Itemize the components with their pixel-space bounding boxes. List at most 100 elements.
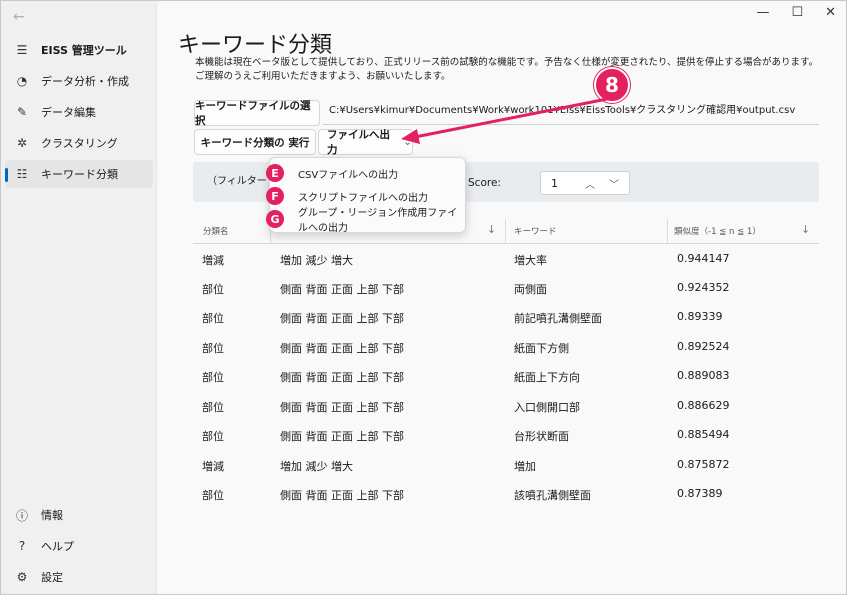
cell-keyword: 前記噴孔溝側壁面 [514, 312, 602, 325]
filter-label: （フィルター [207, 176, 267, 187]
pencil-icon: ✎ [16, 105, 28, 119]
table-row[interactable]: 増減 増加 減少 増大 増大率 0.944147 [193, 244, 819, 273]
sidebar-item-keyword-classification[interactable]: ☷ キーワード分類 [5, 160, 153, 188]
cell-category: 部位 [202, 283, 224, 296]
sidebar-item-label: 設定 [41, 571, 63, 584]
maximize-button[interactable]: ☐ [791, 5, 803, 20]
menu-item-label: スクリプトファイルへの出力 [298, 192, 428, 204]
export-button-label: ファイルへ出力 [327, 129, 390, 156]
hamburger-icon: ☰ [16, 43, 28, 57]
sort-down-icon[interactable]: ↓ [801, 223, 810, 236]
cell-keyword: 増加 [514, 460, 536, 473]
table-row[interactable]: 部位 側面 背面 正面 上部 下部 台形状断面 0.885494 [193, 420, 819, 449]
cell-terms: 側面 背面 正面 上部 下部 [280, 401, 404, 414]
table-row[interactable]: 部位 側面 背面 正面 上部 下部 該噴孔溝側壁面 0.87389 [193, 479, 819, 508]
cell-keyword: 入口側開口部 [514, 401, 580, 414]
sidebar-item-label: 情報 [41, 509, 63, 522]
sidebar-item-data-analysis[interactable]: ◔ データ分析・作成 [5, 67, 153, 95]
cell-keyword: 増大率 [514, 254, 547, 267]
back-arrow-icon[interactable]: ← [13, 9, 25, 25]
cell-similarity: 0.889083 [677, 369, 730, 382]
sidebar: ← ☰ EISS 管理ツール ◔ データ分析・作成 ✎ データ編集 ✲ クラスタ… [1, 1, 156, 594]
cell-similarity: 0.89339 [677, 310, 723, 323]
cell-terms: 側面 背面 正面 上部 下部 [280, 312, 404, 325]
menu-toggle[interactable]: ☰ EISS 管理ツール [5, 36, 153, 64]
cell-keyword: 紙面下方側 [514, 342, 569, 355]
cell-terms: 側面 背面 正面 上部 下部 [280, 283, 404, 296]
cell-category: 部位 [202, 489, 224, 502]
step-badge-e: E [266, 164, 284, 182]
sort-down-icon[interactable]: ↓ [487, 223, 496, 236]
score-input[interactable]: 1 ︿ ﹀ [540, 171, 630, 195]
chevron-down-icon[interactable]: ﹀ [609, 176, 619, 191]
cell-terms: 側面 背面 正面 上部 下部 [280, 430, 404, 443]
select-keyword-file-button[interactable]: キーワードファイルの選択 [194, 100, 320, 127]
gear-icon: ⚙ [16, 570, 28, 584]
score-value: 1 [551, 176, 558, 190]
cell-similarity: 0.875872 [677, 458, 730, 471]
cell-similarity: 0.892524 [677, 340, 730, 353]
table-row[interactable]: 部位 側面 背面 正面 上部 下部 紙面下方側 0.892524 [193, 332, 819, 361]
sidebar-item-clustering[interactable]: ✲ クラスタリング [5, 129, 153, 157]
cell-category: 部位 [202, 312, 224, 325]
minimize-button[interactable]: — [756, 5, 769, 20]
cell-similarity: 0.944147 [677, 252, 730, 265]
cell-category: 増減 [202, 254, 224, 267]
app-window: ← ☰ EISS 管理ツール ◔ データ分析・作成 ✎ データ編集 ✲ クラスタ… [0, 0, 847, 595]
annotation-arrow [401, 97, 608, 144]
step-badge-f: F [266, 187, 284, 205]
sidebar-item-info[interactable]: ⓘ 情報 [5, 501, 153, 529]
sidebar-item-label: データ編集 [41, 106, 96, 119]
cell-keyword: 両側面 [514, 283, 547, 296]
column-header-category[interactable]: 分類名 [203, 219, 273, 243]
list-icon: ☷ [16, 167, 28, 181]
window-controls: — ☐ ✕ [756, 5, 836, 20]
beta-notice: 本機能は現在ベータ版として提供しており、正式リリース前の試験的な機能です。予告な… [195, 56, 835, 84]
info-icon: ⓘ [15, 508, 28, 523]
cluster-icon: ✲ [16, 136, 28, 150]
app-title: EISS 管理ツール [41, 44, 127, 57]
table-row[interactable]: 部位 側面 背面 正面 上部 下部 入口側開口部 0.886629 [193, 391, 819, 420]
close-button[interactable]: ✕ [825, 5, 836, 20]
export-dropdown-menu: E CSVファイルへの出力 F スクリプトファイルへの出力 G グループ・リージ… [266, 157, 466, 234]
sidebar-item-help[interactable]: ? ヘルプ [5, 532, 153, 560]
sidebar-item-data-edit[interactable]: ✎ データ編集 [5, 98, 153, 126]
cell-terms: 増加 減少 増大 [280, 254, 353, 267]
sidebar-item-label: キーワード分類 [41, 168, 118, 181]
menu-item-export-group-region[interactable]: G グループ・リージョン作成用ファイルへの出力 [266, 208, 463, 234]
cell-similarity: 0.924352 [677, 281, 730, 294]
menu-item-export-csv[interactable]: E CSVファイルへの出力 [266, 162, 463, 184]
menu-item-label: グループ・リージョン作成用ファイルへの出力 [298, 208, 458, 234]
sidebar-item-label: クラスタリング [41, 137, 118, 150]
menu-item-label: CSVファイルへの出力 [298, 169, 399, 181]
cell-category: 部位 [202, 342, 224, 355]
chart-icon: ◔ [16, 74, 28, 88]
page-title: キーワード分類 [178, 33, 333, 58]
cell-terms: 増加 減少 増大 [280, 460, 353, 473]
sidebar-item-settings[interactable]: ⚙ 設定 [5, 563, 153, 591]
cell-category: 増減 [202, 460, 224, 473]
table-row[interactable]: 増減 増加 減少 増大 増加 0.875872 [193, 450, 819, 479]
table-row[interactable]: 部位 側面 背面 正面 上部 下部 前記噴孔溝側壁面 0.89339 [193, 302, 819, 331]
cell-keyword: 台形状断面 [514, 430, 569, 443]
beta-notice-line2: ご理解のうえご利用いただきますよう、お願いいたします。 [195, 71, 451, 82]
sidebar-item-label: ヘルプ [41, 540, 74, 553]
cell-category: 部位 [202, 371, 224, 384]
table-row[interactable]: 部位 側面 背面 正面 上部 下部 両側面 0.924352 [193, 273, 819, 302]
step-badge-g: G [266, 210, 284, 228]
column-header-keyword[interactable]: キーワード [514, 219, 664, 243]
cell-terms: 側面 背面 正面 上部 下部 [280, 342, 404, 355]
run-keyword-classification-button[interactable]: キーワード分類の 実行 [194, 129, 316, 155]
score-label: Score: [468, 177, 501, 189]
beta-notice-line1: 本機能は現在ベータ版として提供しており、正式リリース前の試験的な機能です。予告な… [195, 57, 819, 68]
cell-terms: 側面 背面 正面 上部 下部 [280, 371, 404, 384]
cell-similarity: 0.87389 [677, 487, 723, 500]
cell-similarity: 0.886629 [677, 399, 730, 412]
cell-similarity: 0.885494 [677, 428, 730, 441]
column-header-similarity[interactable]: 類似度（-1 ≦ n ≦ 1） [674, 219, 804, 243]
cell-keyword: 紙面上下方向 [514, 371, 580, 384]
column-divider [505, 219, 506, 243]
table-row[interactable]: 部位 側面 背面 正面 上部 下部 紙面上下方向 0.889083 [193, 361, 819, 390]
chevron-up-icon[interactable]: ︿ [585, 176, 595, 191]
main-content: — ☐ ✕ キーワード分類 本機能は現在ベータ版として提供しており、正式リリース… [156, 1, 846, 594]
